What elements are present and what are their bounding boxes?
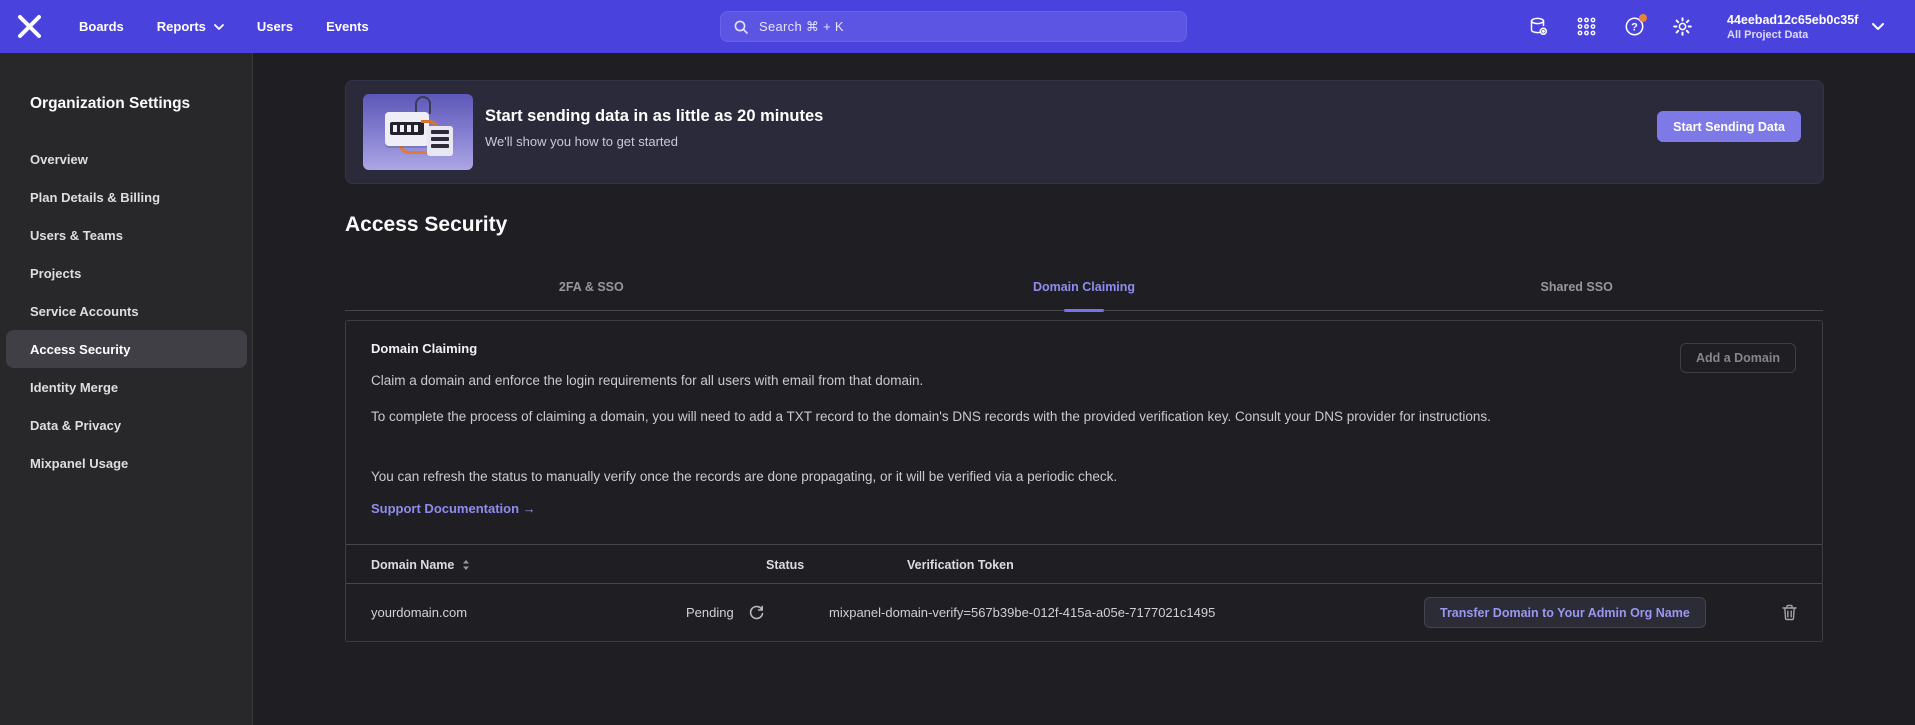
column-label: Status xyxy=(766,558,804,572)
search-icon xyxy=(733,19,749,35)
sidebar-item-identity-merge[interactable]: Identity Merge xyxy=(6,368,247,406)
sidebar-item-data-privacy[interactable]: Data & Privacy xyxy=(6,406,247,444)
banner-illustration xyxy=(363,94,473,170)
column-label: Domain Name xyxy=(371,558,454,572)
delete-domain-icon[interactable] xyxy=(1780,603,1799,622)
panel-description: To complete the process of claiming a do… xyxy=(371,407,1491,427)
domains-table-header: Domain Name Status Verification Token xyxy=(346,544,1822,584)
page-title: Access Security xyxy=(345,213,507,237)
search-placeholder: Search ⌘ + K xyxy=(759,19,844,35)
tab-bar: 2FA & SSO Domain Claiming Shared SSO xyxy=(345,268,1823,311)
column-header-status: Status xyxy=(766,545,804,585)
tab-shared-sso[interactable]: Shared SSO xyxy=(1330,268,1823,310)
sidebar-item-service-accounts[interactable]: Service Accounts xyxy=(6,292,247,330)
nav-link-label: Events xyxy=(326,19,369,34)
notification-badge xyxy=(1639,14,1647,22)
sidebar-nav: Overview Plan Details & Billing Users & … xyxy=(0,140,253,482)
sidebar-item-overview[interactable]: Overview xyxy=(6,140,247,178)
sidebar-title: Organization Settings xyxy=(30,95,190,113)
domain-claiming-panel: Domain Claiming Add a Domain Claim a dom… xyxy=(345,320,1823,642)
nav-link-label: Users xyxy=(257,19,293,34)
status-badge: Pending xyxy=(686,605,734,620)
cell-status: Pending xyxy=(686,584,765,641)
support-documentation-link[interactable]: Support Documentation → xyxy=(371,501,536,516)
nav-link-boards[interactable]: Boards xyxy=(79,19,124,34)
start-sending-data-button[interactable]: Start Sending Data xyxy=(1657,111,1801,142)
sidebar-item-mixpanel-usage[interactable]: Mixpanel Usage xyxy=(6,444,247,482)
tab-label: Shared SSO xyxy=(1541,280,1613,294)
tab-label: Domain Claiming xyxy=(1033,280,1135,294)
data-settings-icon[interactable] xyxy=(1528,16,1549,37)
panel-description: You can refresh the status to manually v… xyxy=(371,467,1117,487)
cell-verification-token: mixpanel-domain-verify=567b39be-012f-415… xyxy=(829,584,1215,641)
nav-link-users[interactable]: Users xyxy=(257,19,293,34)
sidebar-item-access-security[interactable]: Access Security xyxy=(6,330,247,368)
banner-subtitle: We'll show you how to get started xyxy=(485,134,678,149)
chevron-down-icon xyxy=(214,24,224,30)
nav-link-label: Boards xyxy=(79,19,124,34)
column-header-verification-token: Verification Token xyxy=(907,545,1014,585)
nav-icon-cluster: ? xyxy=(1528,0,1693,53)
panel-description: Claim a domain and enforce the login req… xyxy=(371,371,923,391)
onboarding-banner: Start sending data in as little as 20 mi… xyxy=(345,80,1824,184)
column-header-domain-name[interactable]: Domain Name xyxy=(371,545,470,585)
svg-text:?: ? xyxy=(1631,22,1638,34)
illustration-module xyxy=(427,126,453,156)
banner-title: Start sending data in as little as 20 mi… xyxy=(485,107,823,126)
tab-label: 2FA & SSO xyxy=(559,280,624,294)
account-info: 44eebad12c65eb0c35f All Project Data xyxy=(1727,13,1858,41)
sidebar: Organization Settings Overview Plan Deta… xyxy=(0,53,253,725)
refresh-status-icon[interactable] xyxy=(748,604,765,621)
sidebar-item-projects[interactable]: Projects xyxy=(6,254,247,292)
sidebar-item-users-teams[interactable]: Users & Teams xyxy=(6,216,247,254)
org-id: 44eebad12c65eb0c35f xyxy=(1727,13,1858,27)
nav-link-label: Reports xyxy=(157,19,206,34)
tab-domain-claiming[interactable]: Domain Claiming xyxy=(838,268,1331,310)
nav-link-reports[interactable]: Reports xyxy=(157,19,224,34)
project-name: All Project Data xyxy=(1727,29,1858,41)
account-switcher[interactable]: 44eebad12c65eb0c35f All Project Data xyxy=(1727,0,1884,53)
search-input[interactable]: Search ⌘ + K xyxy=(720,11,1187,42)
mixpanel-logo-icon[interactable] xyxy=(16,13,43,40)
column-label: Verification Token xyxy=(907,558,1014,572)
settings-gear-icon[interactable] xyxy=(1672,16,1693,37)
cell-domain-name: yourdomain.com xyxy=(371,584,467,641)
chevron-down-icon xyxy=(1872,23,1884,30)
top-nav: Boards Reports Users Events Search ⌘ + K xyxy=(0,0,1915,53)
nav-link-events[interactable]: Events xyxy=(326,19,369,34)
sort-icon[interactable] xyxy=(462,559,470,571)
nav-links: Boards Reports Users Events xyxy=(79,0,369,53)
apps-grid-icon[interactable] xyxy=(1576,16,1597,37)
add-domain-button[interactable]: Add a Domain xyxy=(1680,343,1796,373)
tab-2fa-sso[interactable]: 2FA & SSO xyxy=(345,268,838,310)
table-row: yourdomain.com Pending mixpanel-domain-v… xyxy=(346,584,1822,641)
panel-title: Domain Claiming xyxy=(371,341,477,356)
help-icon[interactable]: ? xyxy=(1624,16,1645,37)
transfer-domain-button[interactable]: Transfer Domain to Your Admin Org Name xyxy=(1424,597,1706,628)
active-tab-underline xyxy=(1064,309,1104,312)
sidebar-item-plan-details-billing[interactable]: Plan Details & Billing xyxy=(6,178,247,216)
